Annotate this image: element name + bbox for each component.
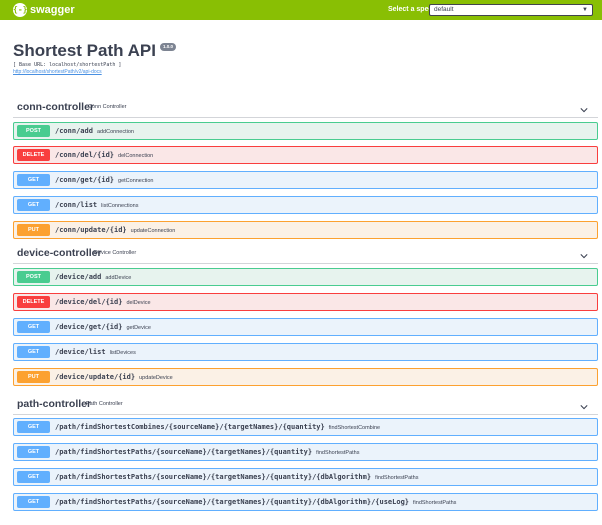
operation-summary: listConnections [101,203,139,209]
operation-row[interactable]: PUT/conn/update/{id} updateConnection [13,221,598,239]
operation-row[interactable]: GET/device/list listDevices [13,343,598,361]
operation-path[interactable]: /path/findShortestPaths/{sourceName}/{ta… [55,497,456,507]
method-badge-get[interactable]: GET [17,174,50,186]
api-docs-link[interactable]: http://localhost/shortestPath/v2/api-doc… [13,69,176,76]
operation-summary: updateConnection [130,228,176,234]
operation-row[interactable]: GET/path/findShortestPaths/{sourceName}/… [13,493,598,511]
section-description: Device Controller [94,250,137,256]
method-badge-delete[interactable]: DELETE [17,296,50,308]
chevron-down-icon[interactable] [580,398,588,410]
method-badge-get[interactable]: GET [17,321,50,333]
operation-row[interactable]: GET/conn/list listConnections [13,196,598,214]
section-description: Conn Controller [88,104,127,110]
method-badge-delete[interactable]: DELETE [17,149,50,161]
operation-summary: findShortestPaths [413,500,457,506]
operation-row[interactable]: POST/device/add addDevice [13,268,598,286]
operation-path[interactable]: /conn/del/{id} delConnection [55,150,153,160]
operation-row[interactable]: GET/path/findShortestCombines/{sourceNam… [13,418,598,436]
operation-path[interactable]: /path/findShortestPaths/{sourceName}/{ta… [55,447,360,457]
spec-select-label: Select a spec [388,6,433,13]
operation-path[interactable]: /conn/update/{id} updateConnection [55,225,175,235]
operation-path[interactable]: /path/findShortestPaths/{sourceName}/{ta… [55,472,419,482]
operation-row[interactable]: DELETE/device/del/{id} delDevice [13,293,598,311]
chevron-down-icon[interactable] [580,247,588,259]
swagger-logo-text[interactable]: swagger [30,3,75,17]
api-info: Shortest Path API 1.0.0 [ Base URL: loca… [13,40,176,76]
method-badge-post[interactable]: POST [17,125,50,137]
section-path-controller[interactable]: path-controller Path Controller [13,395,598,415]
operation-row[interactable]: GET/path/findShortestPaths/{sourceName}/… [13,443,598,461]
section-device-controller[interactable]: device-controller Device Controller [13,244,598,264]
operation-summary: updateDevice [139,375,173,381]
chevron-down-icon: ▼ [582,7,588,13]
operation-summary: getConnection [118,178,154,184]
operation-summary: addConnection [96,129,134,135]
section-title[interactable]: device-controller [17,246,102,260]
operation-summary: delDevice [126,300,151,306]
method-badge-get[interactable]: GET [17,446,50,458]
method-badge-put[interactable]: PUT [17,371,50,383]
method-badge-get[interactable]: GET [17,496,50,508]
operation-path[interactable]: /device/del/{id} delDevice [55,297,151,307]
operation-path[interactable]: /device/get/{id} getDevice [55,322,151,332]
section-title[interactable]: conn-controller [17,100,94,114]
method-badge-get[interactable]: GET [17,421,50,433]
operation-summary: delConnection [118,153,154,159]
operation-row[interactable]: POST/conn/add addConnection [13,122,598,140]
operation-path[interactable]: /device/add addDevice [55,272,131,282]
operation-summary: addDevice [105,275,132,281]
section-conn-controller[interactable]: conn-controller Conn Controller [13,98,598,118]
operation-summary: findShortestPaths [375,475,419,481]
operation-row[interactable]: GET/path/findShortestPaths/{sourceName}/… [13,468,598,486]
operation-summary: findShortestPaths [316,450,360,456]
page-title: Shortest Path API [13,41,156,60]
spec-select[interactable]: default ▼ [429,4,593,16]
operation-summary: listDevices [109,350,136,356]
operation-row[interactable]: GET/device/get/{id} getDevice [13,318,598,336]
operation-summary: findShortestCombine [328,425,381,431]
operation-path[interactable]: /conn/add addConnection [55,126,134,136]
version-badge: 1.0.0 [159,43,176,51]
swagger-logo-icon[interactable]: {-} [13,3,27,17]
method-badge-get[interactable]: GET [17,471,50,483]
method-badge-get[interactable]: GET [17,199,50,211]
method-badge-post[interactable]: POST [17,271,50,283]
operation-path[interactable]: /path/findShortestCombines/{sourceName}/… [55,422,380,432]
operation-row[interactable]: PUT/device/update/{id} updateDevice [13,368,598,386]
operation-row[interactable]: DELETE/conn/del/{id} delConnection [13,146,598,164]
method-badge-get[interactable]: GET [17,346,50,358]
section-title[interactable]: path-controller [17,397,91,411]
topbar: {-} swagger Select a spec default ▼ [0,0,602,20]
operation-path[interactable]: /device/update/{id} updateDevice [55,372,173,382]
operation-path[interactable]: /conn/get/{id} getConnection [55,175,154,185]
operation-path[interactable]: /device/list listDevices [55,347,136,357]
method-badge-put[interactable]: PUT [17,224,50,236]
operation-path[interactable]: /conn/list listConnections [55,200,138,210]
spec-select-value: default [434,6,454,13]
base-url: [ Base URL: localhost/shortestPath ] [13,62,122,68]
operation-row[interactable]: GET/conn/get/{id} getConnection [13,171,598,189]
section-description: Path Controller [86,401,123,407]
operation-summary: getDevice [126,325,151,331]
chevron-down-icon[interactable] [580,101,588,113]
